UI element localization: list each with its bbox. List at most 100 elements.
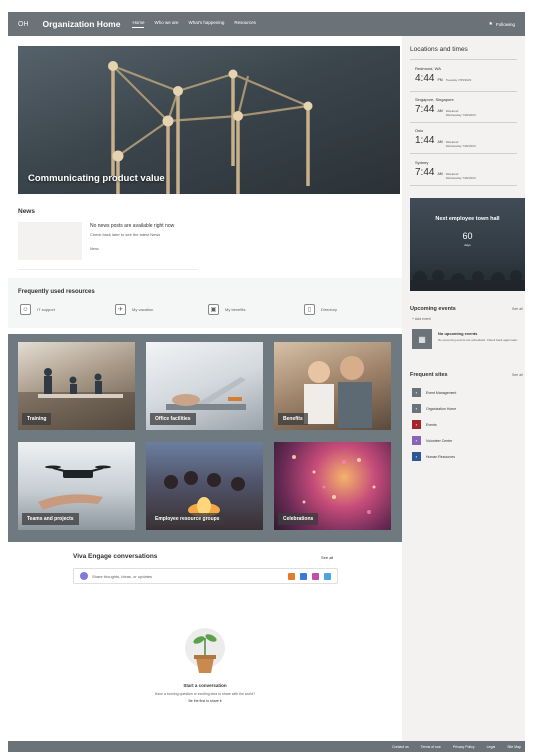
- tile-label: Employee resource groups: [150, 513, 225, 525]
- resource-directory[interactable]: ▯ Directory: [304, 304, 337, 315]
- calendar-icon: ▦: [412, 329, 432, 349]
- viva-title: Viva Engage conversations: [73, 553, 158, 560]
- location-date: Wednesday 7/26/2023: [445, 175, 476, 180]
- resource-label: IT support: [37, 307, 55, 312]
- nav-whats-happening[interactable]: What's happening: [188, 20, 224, 28]
- viva-compose-box[interactable]: Share thoughts, ideas, or updates: [73, 568, 338, 584]
- nav-home[interactable]: Home: [132, 20, 145, 28]
- footer-privacy-link[interactable]: Privacy Policy: [453, 745, 475, 749]
- poll-icon[interactable]: [324, 572, 331, 580]
- news-thumbnail: [18, 222, 82, 260]
- right-column: Locations and times Redmond, WA 4:44 PM …: [402, 36, 525, 741]
- resource-label: Directory: [321, 307, 338, 312]
- location-date: Wednesday 7/26/2023: [445, 112, 476, 117]
- divider: [410, 122, 517, 123]
- site-event-management[interactable]: ▪ Event Management: [412, 388, 456, 397]
- location-time: 7:44: [415, 104, 435, 115]
- frequent-resources: Frequently used resources ☺ IT support ✈…: [8, 278, 402, 328]
- site-header: OH Organization Home Home Who we are Wha…: [8, 12, 525, 36]
- follow-button[interactable]: ★ Following: [489, 21, 516, 27]
- site-icon: ▪: [412, 420, 421, 429]
- resource-label: My benefits: [225, 307, 246, 312]
- location-ampm: AM: [437, 172, 443, 176]
- vacation-icon: ✈: [115, 304, 126, 315]
- upcoming-see-all-link[interactable]: See all: [512, 307, 523, 311]
- viva-actions: [288, 572, 331, 580]
- tile-teams-and-projects[interactable]: Teams and projects: [18, 442, 135, 530]
- location-sydney: Sydney 7:44 AM Weekend Wednesday 7/26/20…: [415, 160, 476, 180]
- tile-employee-resource-groups[interactable]: Employee resource groups: [146, 442, 263, 530]
- tile-training[interactable]: Training: [18, 342, 135, 430]
- location-city: Singapore, Singapore: [415, 97, 454, 102]
- footer-sitemap-link[interactable]: Site Map: [507, 745, 521, 749]
- site-icon: ▪: [412, 452, 421, 461]
- news-divider: [18, 269, 198, 270]
- location-time: 4:44: [415, 73, 435, 84]
- praise-icon[interactable]: [312, 572, 319, 580]
- person-icon: ☺: [20, 304, 31, 315]
- main-column: Communicating product value News No news…: [8, 36, 402, 741]
- briefcase-icon: ▣: [208, 304, 219, 315]
- divider: [410, 185, 517, 186]
- resource-my-benefits[interactable]: ▣ My benefits: [208, 304, 245, 315]
- upcoming-empty-title: No upcoming events: [438, 331, 478, 336]
- site-logo[interactable]: OH: [18, 21, 29, 28]
- tile-office-facilities[interactable]: Office facilities: [146, 342, 263, 430]
- townhall-title: Next employee town hall: [435, 216, 500, 222]
- viva-see-all-link[interactable]: See all: [321, 555, 333, 560]
- location-city: Sydney: [415, 160, 429, 165]
- question-icon[interactable]: [300, 572, 307, 580]
- news-more-link[interactable]: News: [90, 247, 99, 251]
- upcoming-empty-text: No upcoming events are scheduled. Check …: [438, 338, 518, 342]
- location-date: Wednesday 7/26/2023: [445, 143, 476, 148]
- site-label: Volunteer Center: [426, 438, 453, 443]
- tile-label: Training: [22, 413, 52, 425]
- frequent-resources-title: Frequently used resources: [18, 289, 95, 295]
- location-redmond: Redmond, WA 4:44 PM Tuesday 7/25/2023: [415, 66, 471, 84]
- townhall-unit: days: [464, 243, 471, 247]
- hero-image: [108, 61, 313, 194]
- resource-it-support[interactable]: ☺ IT support: [20, 304, 55, 315]
- site-organization-home[interactable]: ▪ Organization Home: [412, 404, 456, 413]
- resource-label: My vacation: [132, 307, 154, 312]
- divider: [410, 59, 517, 60]
- conversation-empty-text: Have a burning question or exciting idea…: [154, 692, 256, 696]
- frequent-sites-see-all-link[interactable]: See all: [512, 373, 523, 377]
- resource-my-vacation[interactable]: ✈ My vacation: [115, 304, 153, 315]
- location-city: Redmond, WA: [415, 66, 441, 71]
- site-icon: ▪: [412, 436, 421, 445]
- site-volunteer-center[interactable]: ▪ Volunteer Center: [412, 436, 452, 445]
- footer-terms-link[interactable]: Terms of use: [421, 745, 441, 749]
- site-title[interactable]: Organization Home: [43, 19, 121, 29]
- discussion-icon[interactable]: [288, 572, 295, 580]
- site-label: Event Management: [426, 390, 457, 395]
- nav-resources[interactable]: Resources: [234, 20, 256, 28]
- tile-label: Office facilities: [150, 413, 196, 425]
- site-icon: ▪: [412, 388, 421, 397]
- townhall-countdown[interactable]: Next employee town hall 60 days: [410, 198, 525, 291]
- nav-who-we-are[interactable]: Who we are: [154, 20, 178, 28]
- tile-label: Teams and projects: [22, 513, 79, 525]
- image-gallery: Training Office facilities Benefits Team…: [8, 334, 402, 542]
- location-singapore: Singapore, Singapore 7:44 AM Weekend Wed…: [415, 97, 476, 117]
- divider: [410, 153, 517, 154]
- phone-icon: ▯: [304, 304, 315, 315]
- tile-celebrations[interactable]: Celebrations: [274, 442, 391, 530]
- footer-legal-link[interactable]: Legal: [487, 745, 496, 749]
- site-label: Organization Home: [426, 406, 457, 411]
- footer-contact-link[interactable]: Contact us: [392, 745, 409, 749]
- hero-banner[interactable]: Communicating product value: [18, 46, 400, 194]
- conversation-empty-title: Start a conversation: [183, 683, 227, 688]
- divider: [410, 91, 517, 92]
- location-date: Tuesday 7/25/2023: [445, 78, 472, 82]
- location-oslo: Oslo 1:44 AM Weekend Wednesday 7/26/2023: [415, 128, 476, 148]
- tile-label: Benefits: [278, 413, 308, 425]
- avatar: [80, 572, 88, 580]
- site-events[interactable]: ▪ Events: [412, 420, 437, 429]
- add-event-button[interactable]: + Add event: [412, 317, 431, 321]
- tile-benefits[interactable]: Benefits: [274, 342, 391, 430]
- townhall-count: 60: [462, 231, 473, 241]
- news-headline: No news posts are available right now: [90, 223, 175, 229]
- star-icon: ★: [488, 21, 493, 27]
- site-human-resources[interactable]: ▪ Human Resources: [412, 452, 455, 461]
